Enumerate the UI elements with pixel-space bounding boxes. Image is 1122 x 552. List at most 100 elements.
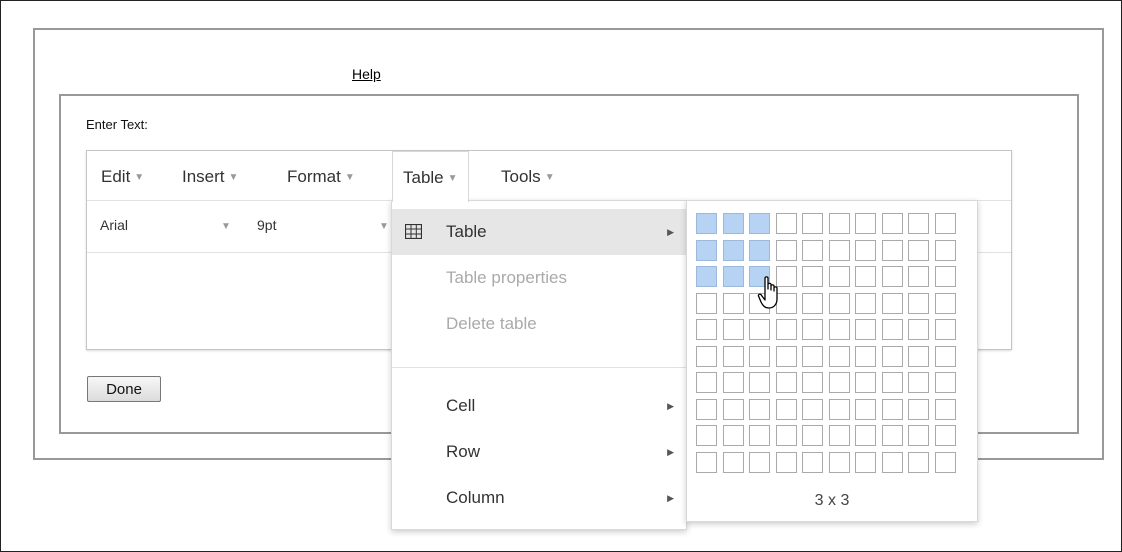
- grid-cell[interactable]: [776, 452, 797, 473]
- menu-item-column[interactable]: Column ▶: [392, 475, 686, 521]
- grid-cell[interactable]: [696, 452, 717, 473]
- menu-edit[interactable]: Edit ▼: [101, 151, 144, 201]
- grid-cell[interactable]: [749, 372, 770, 393]
- grid-cell[interactable]: [855, 372, 876, 393]
- grid-cell[interactable]: [696, 213, 717, 234]
- grid-cell[interactable]: [882, 346, 903, 367]
- grid-cell[interactable]: [882, 372, 903, 393]
- grid-cell[interactable]: [696, 293, 717, 314]
- grid-cell[interactable]: [802, 319, 823, 340]
- grid-cell[interactable]: [749, 425, 770, 446]
- grid-cell[interactable]: [696, 319, 717, 340]
- menu-item-cell[interactable]: Cell ▶: [392, 383, 686, 429]
- grid-cell[interactable]: [855, 346, 876, 367]
- grid-cell[interactable]: [882, 293, 903, 314]
- grid-cell[interactable]: [908, 346, 929, 367]
- grid-cell[interactable]: [696, 372, 717, 393]
- grid-cell[interactable]: [696, 266, 717, 287]
- grid-cell[interactable]: [829, 372, 850, 393]
- grid-cell[interactable]: [723, 372, 744, 393]
- menu-insert[interactable]: Insert ▼: [182, 151, 238, 201]
- grid-cell[interactable]: [749, 346, 770, 367]
- grid-cell[interactable]: [882, 240, 903, 261]
- grid-cell[interactable]: [935, 425, 956, 446]
- grid-cell[interactable]: [908, 319, 929, 340]
- grid-cell[interactable]: [855, 240, 876, 261]
- help-link[interactable]: Help: [352, 66, 381, 82]
- menu-item-row[interactable]: Row ▶: [392, 429, 686, 475]
- grid-cell[interactable]: [723, 346, 744, 367]
- grid-cell[interactable]: [776, 213, 797, 234]
- chevron-down-icon[interactable]: ▼: [221, 221, 231, 232]
- menu-format[interactable]: Format ▼: [287, 151, 355, 201]
- grid-cell[interactable]: [749, 452, 770, 473]
- font-size-select[interactable]: 9pt: [257, 217, 276, 233]
- grid-cell[interactable]: [855, 425, 876, 446]
- grid-cell[interactable]: [723, 293, 744, 314]
- grid-cell[interactable]: [749, 399, 770, 420]
- grid-cell[interactable]: [829, 399, 850, 420]
- grid-cell[interactable]: [855, 319, 876, 340]
- grid-cell[interactable]: [802, 346, 823, 367]
- grid-cell[interactable]: [908, 213, 929, 234]
- grid-cell[interactable]: [802, 372, 823, 393]
- grid-cell[interactable]: [802, 425, 823, 446]
- grid-cell[interactable]: [935, 372, 956, 393]
- grid-cell[interactable]: [723, 319, 744, 340]
- grid-cell[interactable]: [723, 266, 744, 287]
- grid-cell[interactable]: [696, 425, 717, 446]
- grid-cell[interactable]: [829, 319, 850, 340]
- grid-cell[interactable]: [749, 213, 770, 234]
- grid-cell[interactable]: [908, 452, 929, 473]
- grid-cell[interactable]: [802, 452, 823, 473]
- grid-cell[interactable]: [935, 266, 956, 287]
- grid-cell[interactable]: [882, 319, 903, 340]
- grid-cell[interactable]: [882, 266, 903, 287]
- grid-cell[interactable]: [908, 425, 929, 446]
- grid-cell[interactable]: [855, 266, 876, 287]
- grid-cell[interactable]: [829, 425, 850, 446]
- grid-cell[interactable]: [855, 452, 876, 473]
- grid-cell[interactable]: [882, 399, 903, 420]
- menu-table[interactable]: Table ▼: [392, 151, 469, 202]
- grid-cell[interactable]: [935, 452, 956, 473]
- grid-cell[interactable]: [935, 293, 956, 314]
- grid-cell[interactable]: [908, 372, 929, 393]
- grid-cell[interactable]: [855, 399, 876, 420]
- done-button[interactable]: Done: [87, 376, 161, 402]
- grid-cell[interactable]: [776, 240, 797, 261]
- grid-cell[interactable]: [776, 399, 797, 420]
- grid-cell[interactable]: [802, 240, 823, 261]
- font-family-select[interactable]: Arial: [100, 217, 128, 233]
- grid-cell[interactable]: [882, 452, 903, 473]
- grid-cell[interactable]: [855, 293, 876, 314]
- grid-cell[interactable]: [749, 240, 770, 261]
- grid-cell[interactable]: [776, 346, 797, 367]
- grid-cell[interactable]: [908, 293, 929, 314]
- grid-cell[interactable]: [829, 346, 850, 367]
- menu-item-table[interactable]: Table ▶: [392, 209, 686, 255]
- grid-cell[interactable]: [829, 213, 850, 234]
- grid-cell[interactable]: [776, 425, 797, 446]
- grid-cell[interactable]: [935, 213, 956, 234]
- grid-cell[interactable]: [696, 399, 717, 420]
- grid-cell[interactable]: [935, 346, 956, 367]
- grid-cell[interactable]: [829, 240, 850, 261]
- grid-cell[interactable]: [776, 319, 797, 340]
- grid-cell[interactable]: [855, 213, 876, 234]
- grid-cell[interactable]: [829, 293, 850, 314]
- grid-cell[interactable]: [776, 372, 797, 393]
- grid-cell[interactable]: [802, 399, 823, 420]
- grid-cell[interactable]: [723, 240, 744, 261]
- grid-cell[interactable]: [696, 240, 717, 261]
- grid-cell[interactable]: [802, 266, 823, 287]
- grid-cell[interactable]: [882, 213, 903, 234]
- menu-tools[interactable]: Tools ▼: [501, 151, 555, 201]
- grid-cell[interactable]: [723, 399, 744, 420]
- grid-cell[interactable]: [749, 319, 770, 340]
- grid-cell[interactable]: [935, 399, 956, 420]
- chevron-down-icon[interactable]: ▼: [379, 221, 389, 232]
- grid-cell[interactable]: [802, 213, 823, 234]
- grid-cell[interactable]: [802, 293, 823, 314]
- grid-cell[interactable]: [723, 452, 744, 473]
